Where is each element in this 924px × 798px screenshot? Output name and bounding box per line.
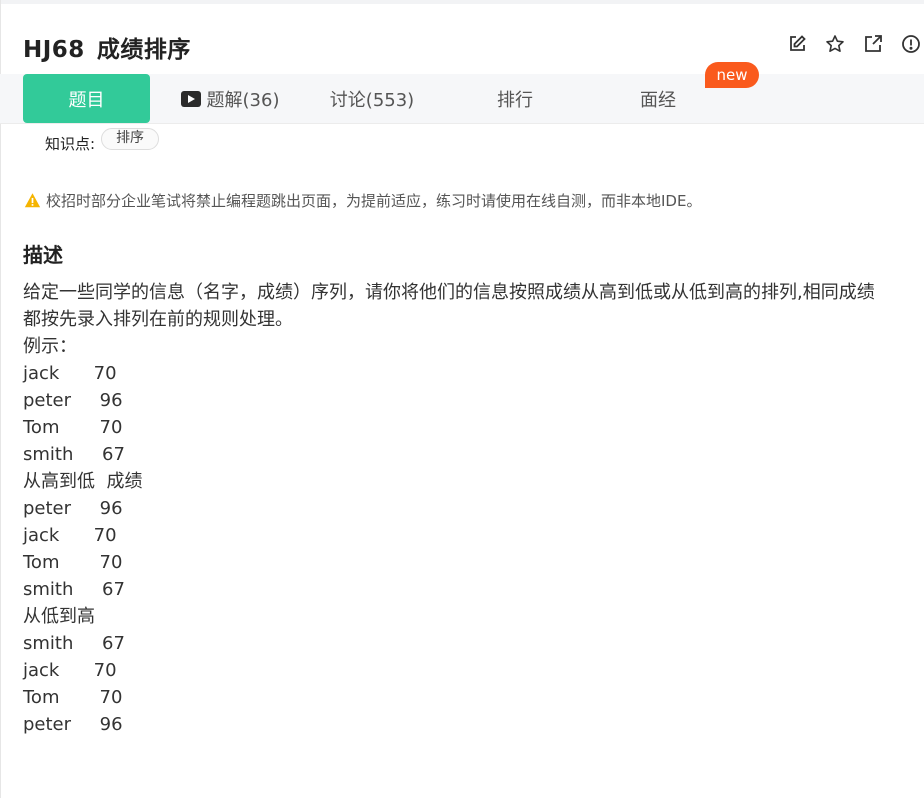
edit-icon[interactable] <box>786 33 808 55</box>
description-heading: 描述 <box>23 243 63 267</box>
header-actions <box>786 33 922 55</box>
problem-title: 成绩排序 <box>96 37 191 63</box>
description-line: 给定一些同学的信息（名字，成绩）序列，请你将他们的信息按照成绩从高到低或从低到高… <box>23 282 875 303</box>
description-line: smith 67 <box>23 633 125 654</box>
warning-text: 校招时部分企业笔试将禁止编程题跳出页面，为提前适应，练习时请使用在线自测，而非本… <box>46 192 702 210</box>
description-line: Tom 70 <box>23 687 123 708</box>
star-icon[interactable] <box>824 33 846 55</box>
problem-id: HJ68 <box>23 37 85 63</box>
page-title: HJ68 成绩排序 <box>23 30 191 64</box>
description-line: Tom 70 <box>23 552 123 573</box>
tab-ranking-label: 排行 <box>497 89 533 111</box>
video-play-icon <box>180 90 201 107</box>
description-line: 从高到低 成绩 <box>23 471 143 492</box>
info-icon[interactable] <box>900 33 922 55</box>
description-line: peter 96 <box>23 390 123 411</box>
description-line: jack 70 <box>23 363 117 384</box>
description-line: peter 96 <box>23 498 123 519</box>
tab-discussion-label: 讨论(553) <box>329 89 415 111</box>
description-line: 例示： <box>23 336 77 357</box>
tab-interview-label: 面经 <box>640 89 676 111</box>
description-body: 给定一些同学的信息（名字，成绩）序列，请你将他们的信息按照成绩从高到低或从低到高… <box>23 279 908 738</box>
top-strip <box>0 0 924 4</box>
tab-problem[interactable]: 题目 <box>23 74 150 123</box>
description-line: 从低到高 <box>23 606 95 627</box>
description-line: smith 67 <box>23 579 125 600</box>
tab-discussion[interactable]: 讨论(553) <box>312 74 432 123</box>
tab-bar: 题目 题解(36) 讨论(553) 排行 面经 <box>0 74 924 124</box>
new-badge: new <box>705 62 759 88</box>
warning-notice: 校招时部分企业笔试将禁止编程题跳出页面，为提前适应，练习时请使用在线自测，而非本… <box>24 190 701 211</box>
description-line: peter 96 <box>23 714 123 735</box>
tab-solutions[interactable]: 题解(36) <box>168 74 292 123</box>
knowledge-label: 知识点: <box>45 134 96 153</box>
description-line: jack 70 <box>23 660 117 681</box>
knowledge-points: 知识点: 排序 <box>45 128 160 154</box>
description-line: Tom 70 <box>23 417 123 438</box>
description-line: smith 67 <box>23 444 125 465</box>
description-line: 都按先录入排列在前的规则处理。 <box>23 309 293 330</box>
tab-solutions-label: 题解(36) <box>206 89 280 111</box>
knowledge-tag[interactable]: 排序 <box>101 128 160 150</box>
external-link-icon[interactable] <box>862 33 884 55</box>
description-line: jack 70 <box>23 525 117 546</box>
tab-interview[interactable]: 面经 <box>608 74 708 123</box>
tab-ranking[interactable]: 排行 <box>465 74 565 123</box>
warning-icon <box>24 193 41 208</box>
tab-problem-label: 题目 <box>68 89 105 111</box>
